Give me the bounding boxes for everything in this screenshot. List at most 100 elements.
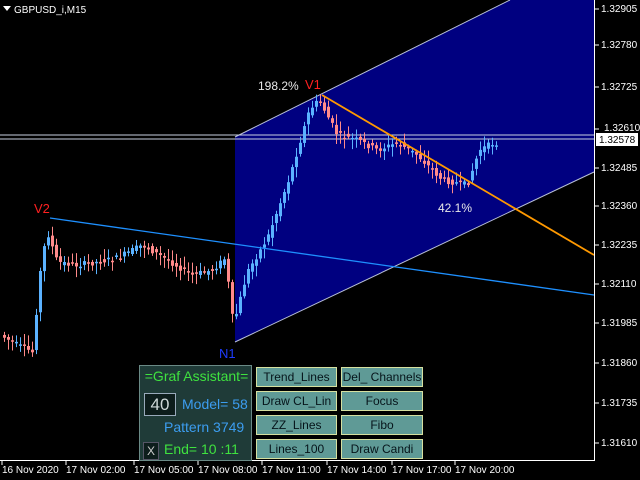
- candle-body: [63, 261, 66, 266]
- candle-body: [339, 131, 342, 133]
- time-tick-label: 17 Nov 05:00: [134, 465, 194, 476]
- candle-body: [95, 261, 98, 264]
- candle-body: [167, 259, 170, 261]
- candle-body: [179, 265, 182, 271]
- candle-body: [299, 142, 302, 154]
- trend-lines-button[interactable]: Trend_Lines: [256, 367, 337, 387]
- candle-body: [123, 251, 126, 257]
- draw-cl-lin-button[interactable]: Draw CL_Lin: [256, 391, 337, 411]
- candle-body: [23, 344, 26, 346]
- counter-field[interactable]: 40: [144, 393, 176, 416]
- candle-body: [131, 248, 134, 255]
- candle-body: [147, 247, 150, 250]
- symbol-dropdown-icon[interactable]: [3, 6, 11, 11]
- candle-body: [363, 138, 366, 143]
- candle-body: [67, 262, 70, 266]
- candle-body: [295, 156, 298, 168]
- candle-body: [103, 259, 106, 263]
- candle-body: [71, 262, 74, 264]
- regression-channel: [235, 0, 594, 342]
- candle-body: [431, 168, 434, 170]
- candle-body: [467, 183, 470, 186]
- candle-body: [323, 102, 326, 111]
- focus-button[interactable]: Focus: [341, 391, 423, 411]
- close-panel-button[interactable]: X: [143, 442, 159, 460]
- candle-body: [495, 145, 498, 147]
- candle-body: [479, 149, 482, 156]
- candle-body: [359, 136, 362, 140]
- candle-body: [367, 143, 370, 149]
- price-tick-label: 1.31985: [601, 318, 638, 329]
- candle-body: [307, 112, 310, 125]
- lines-100-button[interactable]: Lines_100: [256, 439, 337, 459]
- candle-body: [355, 137, 358, 140]
- candle-body: [143, 245, 146, 248]
- draw-candi-button[interactable]: Draw Candi: [341, 439, 423, 459]
- candle-body: [203, 271, 206, 273]
- candle-body: [419, 153, 422, 160]
- price-tick-label: 1.32235: [601, 240, 638, 251]
- candle-body: [243, 284, 246, 297]
- del-channels-button[interactable]: Del_ Channels: [341, 367, 423, 387]
- end-time-label: End= 10 :11: [164, 441, 239, 457]
- candle-body: [35, 314, 38, 351]
- panel-title: =Graf Assistant=: [144, 368, 249, 384]
- time-tick-label: 17 Nov 17:00: [392, 465, 452, 476]
- candle-body: [487, 142, 490, 149]
- candle-body: [447, 177, 450, 185]
- fibo-button[interactable]: Fibo: [341, 415, 423, 435]
- candle-body: [135, 245, 138, 251]
- price-tick-label: 1.32725: [601, 82, 638, 93]
- candle-body: [199, 270, 202, 275]
- label-v2: V2: [34, 201, 50, 216]
- candle-body: [455, 182, 458, 184]
- candle-body: [227, 258, 230, 282]
- candle-body: [247, 268, 250, 284]
- candle-body: [251, 263, 254, 272]
- label-pct-bottom: 42.1%: [438, 201, 472, 215]
- candle-body: [83, 261, 86, 265]
- candle-body: [111, 260, 114, 263]
- time-tick-label: 17 Nov 08:00: [198, 465, 258, 476]
- candle-body: [43, 246, 46, 272]
- candle-body: [451, 179, 454, 185]
- candle-body: [315, 100, 318, 107]
- candle-body: [483, 146, 486, 153]
- candle-body: [463, 181, 466, 185]
- candle-body: [279, 203, 282, 217]
- price-axis: 1.32905 1.32780 1.32725 1.32485 1.32360 1.322…: [594, 4, 640, 449]
- candle-body: [195, 272, 198, 274]
- candle-body: [15, 341, 18, 344]
- graf-assistant-panel: =Graf Assistant= 40 Model= 58 Pattern 37…: [139, 365, 252, 461]
- candle-body: [375, 145, 378, 149]
- label-v1: V1: [305, 77, 321, 92]
- candle-body: [223, 259, 226, 265]
- candle-body: [399, 145, 402, 147]
- candle-body: [91, 261, 94, 266]
- price-tick-label: 1.32780: [601, 40, 638, 51]
- candle-body: [219, 260, 222, 269]
- candle-body: [371, 142, 374, 146]
- candle-body: [187, 271, 190, 273]
- price-tick-label: 1.32110: [601, 279, 637, 290]
- candle-body: [107, 257, 110, 260]
- price-tick-label: 1.31735: [601, 398, 638, 409]
- candle-body: [211, 269, 214, 271]
- candle-body: [331, 118, 334, 123]
- candle-body: [391, 144, 394, 147]
- candle-body: [427, 160, 430, 166]
- candle-body: [311, 107, 314, 116]
- candle-body: [475, 158, 478, 169]
- candle-body: [191, 272, 194, 275]
- pattern-label: Pattern 3749: [164, 419, 245, 435]
- price-tick-label: 1.31610: [601, 438, 638, 449]
- candle-body: [239, 296, 242, 314]
- candle-body: [51, 235, 54, 247]
- zz-lines-button[interactable]: ZZ_Lines: [256, 415, 337, 435]
- candle-body: [7, 337, 10, 340]
- candle-body: [343, 137, 346, 140]
- candle-body: [115, 255, 118, 258]
- time-tick-label: 17 Nov 02:00: [66, 465, 126, 476]
- candle-body: [283, 192, 286, 203]
- label-n1: N1: [219, 346, 236, 361]
